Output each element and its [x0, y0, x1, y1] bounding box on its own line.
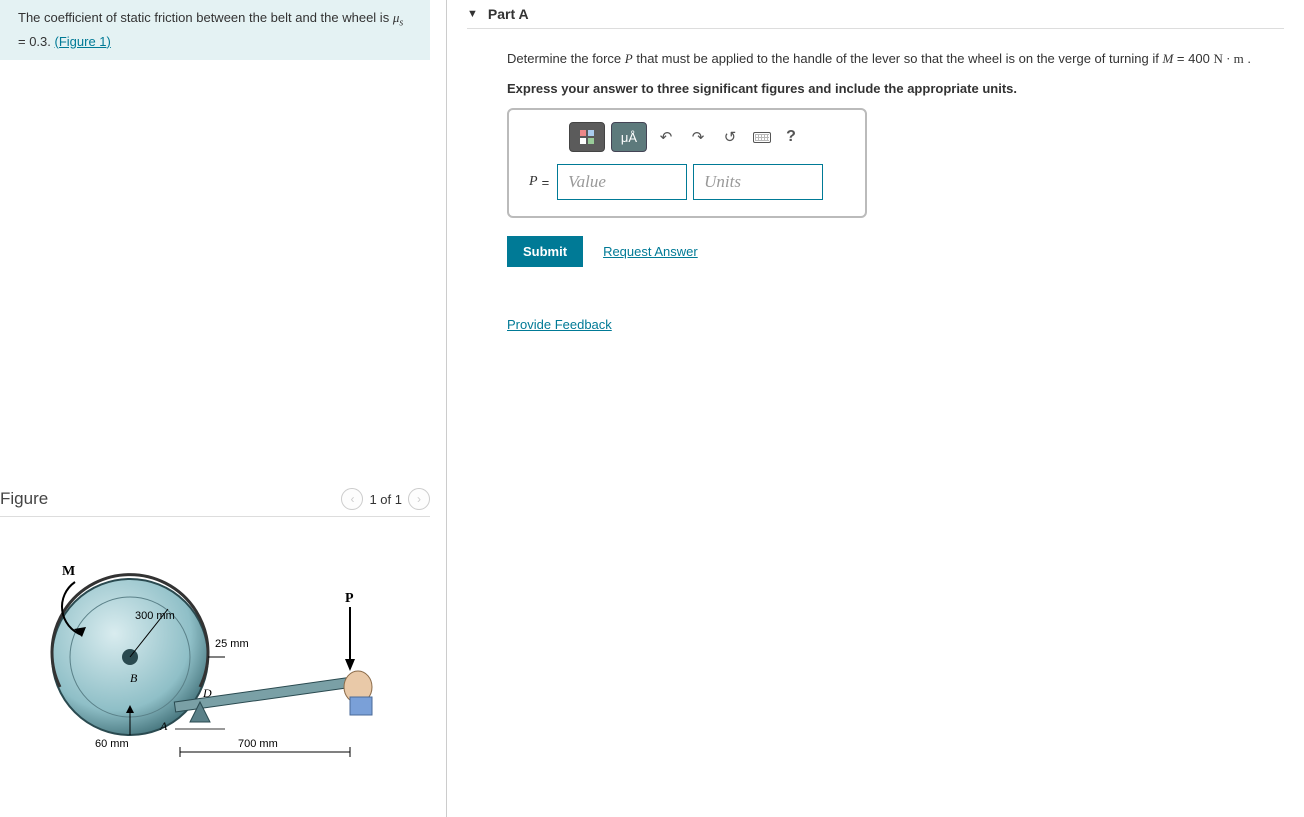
label-P: P	[345, 591, 354, 606]
figure-image: P M 300 mm 25 mm B D A	[0, 517, 430, 810]
label-B: B	[130, 671, 138, 685]
redo-button[interactable]: ↷	[685, 122, 711, 152]
figure-prev-button[interactable]: ‹	[341, 488, 363, 510]
answer-box: μÅ ↶ ↷ ↺ ? P = Value Units	[507, 108, 867, 218]
label-700mm: 700 mm	[238, 738, 278, 750]
collapse-icon: ▼	[467, 8, 478, 20]
greek-symbols-button[interactable]: μÅ	[611, 122, 647, 152]
templates-button[interactable]	[569, 122, 605, 152]
figure-pager: ‹ 1 of 1 ›	[341, 488, 430, 510]
answer-toolbar: μÅ ↶ ↷ ↺ ?	[569, 122, 845, 152]
templates-icon	[580, 130, 594, 144]
figure-next-button[interactable]: ›	[408, 488, 430, 510]
label-25mm: 25 mm	[215, 638, 249, 650]
part-header[interactable]: ▼ Part A	[467, 0, 1284, 29]
keyboard-icon	[753, 132, 771, 143]
value-input[interactable]: Value	[557, 164, 687, 200]
answer-instruction: Express your answer to three significant…	[507, 79, 1284, 99]
equals-label: =	[542, 175, 550, 190]
question-prompt: Determine the force P that must be appli…	[507, 49, 1284, 69]
label-300mm: 300 mm	[135, 610, 175, 622]
reset-button[interactable]: ↺	[717, 122, 743, 152]
variable-label: P	[529, 174, 538, 190]
mu-sub: s	[399, 18, 403, 29]
label-D: D	[202, 686, 212, 700]
help-button[interactable]: ?	[781, 122, 801, 152]
submit-button[interactable]: Submit	[507, 236, 583, 267]
figure-title: Figure	[0, 489, 48, 509]
keyboard-button[interactable]	[749, 122, 775, 152]
units-input[interactable]: Units	[693, 164, 823, 200]
request-answer-link[interactable]: Request Answer	[603, 244, 698, 259]
label-M: M	[62, 564, 75, 579]
label-60mm: 60 mm	[95, 738, 129, 750]
part-title: Part A	[488, 6, 529, 22]
label-A: A	[159, 719, 168, 733]
figure-panel: Figure ‹ 1 of 1 ›	[0, 482, 430, 817]
undo-button[interactable]: ↶	[653, 122, 679, 152]
provide-feedback-link[interactable]: Provide Feedback	[507, 317, 612, 332]
figure-link[interactable]: (Figure 1)	[55, 34, 111, 49]
figure-page-indicator: 1 of 1	[369, 492, 402, 507]
problem-statement: The coefficient of static friction betwe…	[0, 0, 430, 60]
figure-body: P M 300 mm 25 mm B D A	[0, 517, 430, 817]
mu-eq: = 0.3.	[18, 34, 55, 49]
problem-text: The coefficient of static friction betwe…	[18, 10, 393, 25]
